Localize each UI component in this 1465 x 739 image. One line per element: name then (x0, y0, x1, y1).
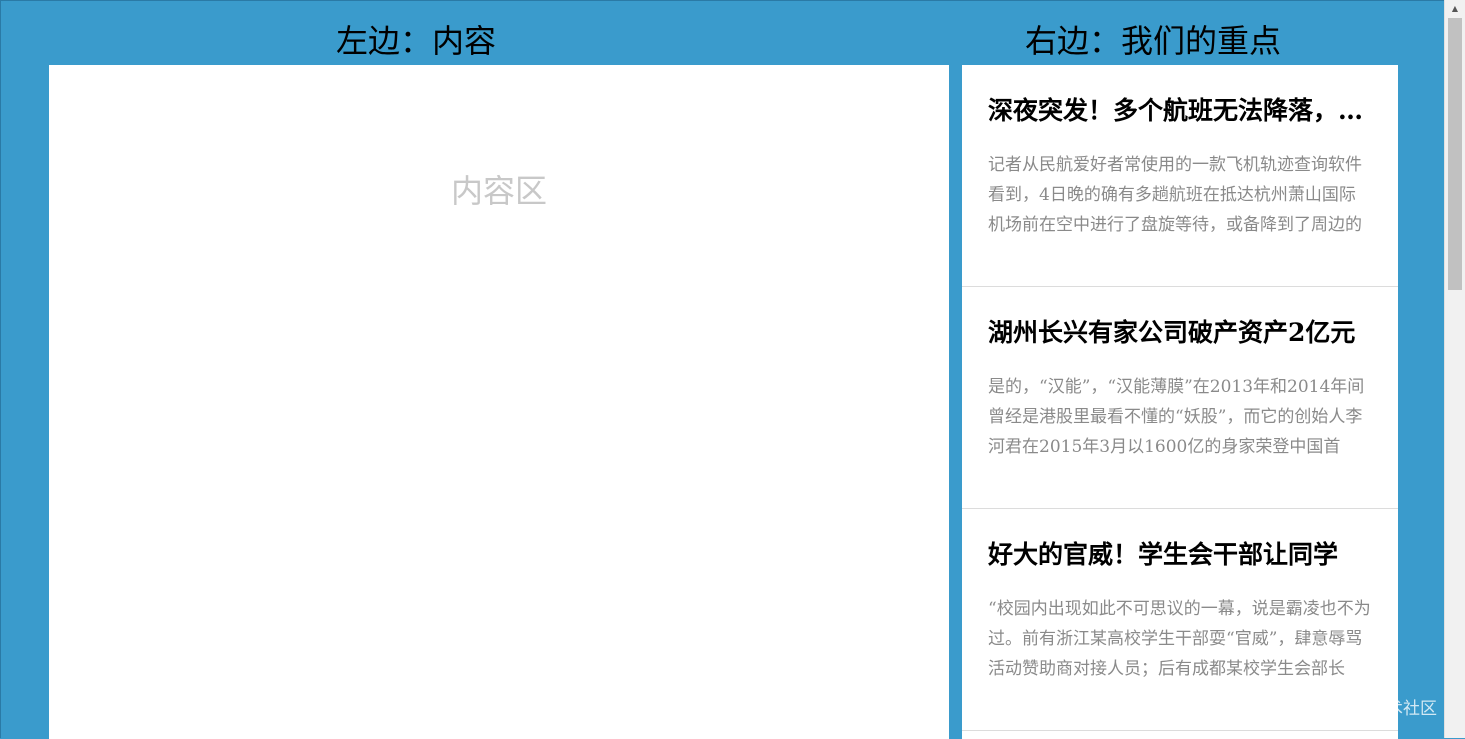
page-frame: 左边：内容 右边：我们的重点 内容区 深夜突发！多个航班无法降落，杭州萧山国际机… (0, 0, 1444, 739)
vertical-scrollbar[interactable]: ▲ (1444, 0, 1465, 738)
scroll-up-arrow-icon[interactable]: ▲ (1445, 0, 1465, 17)
news-title[interactable]: 深夜突发！多个航班无法降落，杭州萧山国际机场 (988, 93, 1372, 129)
news-item[interactable]: 深夜突发！多个航班无法降落，杭州萧山国际机场 记者从民航爱好者常使用的一款飞机轨… (962, 65, 1398, 287)
news-list: 深夜突发！多个航班无法降落，杭州萧山国际机场 记者从民航爱好者常使用的一款飞机轨… (962, 65, 1398, 739)
content-placeholder: 内容区 (450, 172, 547, 210)
news-title[interactable]: 湖州长兴有家公司破产资产2亿元 (988, 315, 1372, 351)
news-title[interactable]: 好大的官威！学生会干部让同学 (988, 537, 1372, 573)
news-summary: 记者从民航爱好者常使用的一款飞机轨迹查询软件看到，4日晚的确有多趟航班在抵达杭州… (988, 155, 1362, 235)
content-panel: 内容区 (49, 65, 949, 739)
right-heading: 右边：我们的重点 (1025, 22, 1282, 60)
scroll-thumb[interactable] (1448, 18, 1462, 290)
news-summary: 是的，“汉能”，“汉能薄膜”在2013年和2014年间曾经是港股里最看不懂的“妖… (988, 377, 1365, 457)
news-item[interactable]: 湖州长兴有家公司破产资产2亿元 是的，“汉能”，“汉能薄膜”在2013年和201… (962, 287, 1398, 509)
news-summary: “校园内出现如此不可思议的一幕，说是霸凌也不为过。前有浙江某高校学生干部耍“官威… (988, 599, 1371, 679)
left-heading: 左边：内容 (336, 22, 497, 60)
watermark: @稀土掘金技术社区 (1284, 699, 1437, 719)
